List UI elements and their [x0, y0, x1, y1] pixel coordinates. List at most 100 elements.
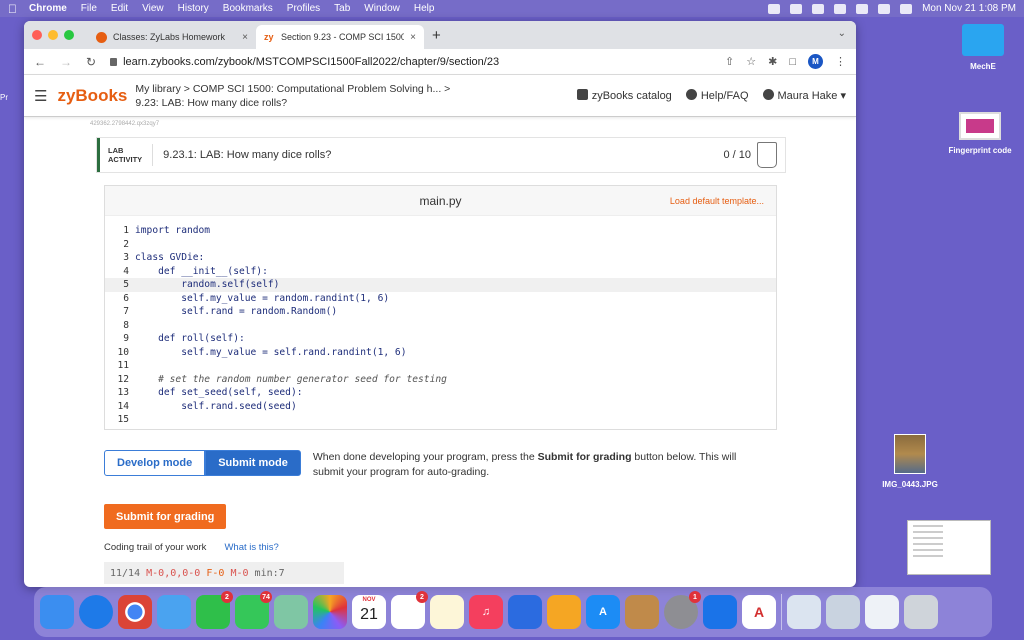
preview-thumbnail-icon[interactable]: [787, 595, 821, 629]
what-is-this-link[interactable]: What is this?: [224, 542, 278, 553]
breadcrumb-path[interactable]: My library > COMP SCI 1500: Computationa…: [135, 82, 450, 96]
submit-mode-button[interactable]: Submit mode: [205, 450, 301, 476]
code-text[interactable]: self.rand = random.Random(): [135, 305, 337, 319]
share-icon[interactable]: ⇧: [725, 55, 734, 68]
profile-avatar[interactable]: M: [808, 54, 823, 69]
tab-close-icon[interactable]: ×: [242, 32, 248, 43]
code-line[interactable]: 15: [105, 413, 776, 427]
new-tab-button[interactable]: +: [432, 25, 441, 49]
wifi-icon[interactable]: [856, 3, 869, 14]
desktop-file-image[interactable]: IMG_0443.JPG: [870, 434, 950, 489]
contacts-icon[interactable]: [625, 595, 659, 629]
desktop-document-thumbnail[interactable]: [907, 520, 991, 575]
code-text[interactable]: class GVDie:: [135, 251, 204, 265]
menu-view[interactable]: View: [142, 3, 164, 14]
menu-tab[interactable]: Tab: [334, 3, 350, 14]
tab-section[interactable]: zy Section 9.23 - COMP SCI 1500 ×: [256, 25, 424, 49]
downloads-icon[interactable]: [826, 595, 860, 629]
app-store-icon[interactable]: A: [586, 595, 620, 629]
menu-window[interactable]: Window: [364, 3, 400, 14]
notes-icon[interactable]: [430, 595, 464, 629]
zoom-icon[interactable]: [703, 595, 737, 629]
help-link[interactable]: Help/FAQ: [685, 89, 749, 102]
extensions-icon[interactable]: ✱: [768, 55, 777, 68]
menu-file[interactable]: File: [81, 3, 97, 14]
reload-icon[interactable]: ↻: [86, 55, 96, 69]
user-menu[interactable]: Maura Hake ▾: [762, 89, 846, 102]
url-omnibox[interactable]: learn.zybooks.com/zybook/MSTCOMPSCI1500F…: [110, 56, 725, 68]
system-preferences-icon[interactable]: 1: [664, 591, 701, 629]
keynote-icon[interactable]: [508, 595, 542, 629]
code-line[interactable]: 5 random.self(self): [105, 278, 776, 292]
code-text[interactable]: def __init__(self):: [135, 265, 268, 279]
url-text[interactable]: learn.zybooks.com/zybook/MSTCOMPSCI1500F…: [123, 56, 499, 68]
sidepanel-icon[interactable]: □: [789, 56, 796, 68]
zybooks-logo[interactable]: zyBooks: [57, 86, 127, 106]
autocad-icon[interactable]: A: [742, 595, 776, 629]
chrome-icon[interactable]: [118, 595, 152, 629]
tab-classes[interactable]: Classes: ZyLabs Homework ×: [88, 25, 256, 49]
code-line[interactable]: 8: [105, 319, 776, 333]
code-text[interactable]: def set_seed(self, seed):: [135, 386, 302, 400]
code-area[interactable]: 1 import random 2 3 class GVDie: 4 def __init…: [105, 216, 776, 427]
menu-app-name[interactable]: Chrome: [29, 3, 67, 14]
zoom-window-button[interactable]: [64, 30, 74, 40]
minimize-window-button[interactable]: [48, 30, 58, 40]
code-line[interactable]: 14 self.rand.seed(seed): [105, 400, 776, 414]
code-text[interactable]: # set the random number generator seed f…: [135, 373, 447, 387]
code-line[interactable]: 6 self.my_value = random.randint(1, 6): [105, 292, 776, 306]
messages-icon[interactable]: 74: [235, 591, 272, 629]
code-text[interactable]: def roll(self):: [135, 332, 245, 346]
tab-search-chevron-icon[interactable]: ⌄: [838, 28, 846, 39]
mail-icon[interactable]: [157, 595, 191, 629]
menu-bookmarks[interactable]: Bookmarks: [223, 3, 273, 14]
code-line[interactable]: 1 import random: [105, 224, 776, 238]
trash-icon[interactable]: [904, 595, 938, 629]
status-icon[interactable]: [790, 3, 803, 14]
load-default-template-link[interactable]: Load default template...: [670, 196, 764, 206]
menubar-clock[interactable]: Mon Nov 21 1:08 PM: [922, 3, 1016, 14]
maps-icon[interactable]: [274, 595, 308, 629]
submit-for-grading-button[interactable]: Submit for grading: [104, 504, 227, 529]
code-text[interactable]: self.my_value = self.rand.randint(1, 6): [135, 346, 406, 360]
music-icon[interactable]: ♫: [469, 595, 503, 629]
screenshot-thumbnail-icon[interactable]: [865, 595, 899, 629]
menu-edit[interactable]: Edit: [111, 3, 128, 14]
code-line[interactable]: 9 def roll(self):: [105, 332, 776, 346]
code-line[interactable]: 13 def set_seed(self, seed):: [105, 386, 776, 400]
finder-icon[interactable]: [40, 595, 74, 629]
code-text[interactable]: random.self(self): [135, 278, 279, 292]
menu-history[interactable]: History: [178, 3, 209, 14]
desktop-folder-meche[interactable]: MechE: [953, 24, 1013, 71]
code-line[interactable]: 3 class GVDie:: [105, 251, 776, 265]
close-window-button[interactable]: [32, 30, 42, 40]
apple-icon[interactable]: : [8, 2, 17, 16]
safari-icon[interactable]: [79, 595, 113, 629]
hamburger-menu-icon[interactable]: ☰: [34, 87, 47, 105]
forward-arrow-icon[interactable]: →: [60, 55, 72, 69]
reminders-icon[interactable]: 2: [391, 591, 428, 629]
menu-help[interactable]: Help: [414, 3, 435, 14]
pages-icon[interactable]: [547, 595, 581, 629]
facetime-icon[interactable]: 2: [196, 591, 233, 629]
code-line[interactable]: 11: [105, 359, 776, 373]
menu-kebab-icon[interactable]: ⋮: [835, 55, 846, 68]
code-line[interactable]: 7 self.rand = random.Random(): [105, 305, 776, 319]
search-icon[interactable]: [878, 3, 891, 14]
code-line[interactable]: 4 def __init__(self):: [105, 265, 776, 279]
develop-mode-button[interactable]: Develop mode: [104, 450, 206, 476]
control-center-icon[interactable]: [900, 3, 913, 14]
bluetooth-icon[interactable]: [812, 3, 825, 14]
battery-icon[interactable]: [834, 3, 847, 14]
menu-profiles[interactable]: Profiles: [287, 3, 320, 14]
tab-close-icon[interactable]: ×: [410, 32, 416, 43]
status-icon[interactable]: [768, 3, 781, 14]
code-line[interactable]: 2: [105, 238, 776, 252]
code-editor[interactable]: main.py Load default template... 1 import…: [104, 185, 777, 430]
catalog-link[interactable]: zyBooks catalog: [576, 89, 672, 102]
photos-icon[interactable]: [313, 595, 347, 629]
code-text[interactable]: import random: [135, 224, 210, 238]
code-text[interactable]: self.rand.seed(seed): [135, 400, 297, 414]
desktop-file-fingerprint[interactable]: Fingerprint code: [938, 112, 1022, 155]
code-line[interactable]: 12 # set the random number generator see…: [105, 373, 776, 387]
